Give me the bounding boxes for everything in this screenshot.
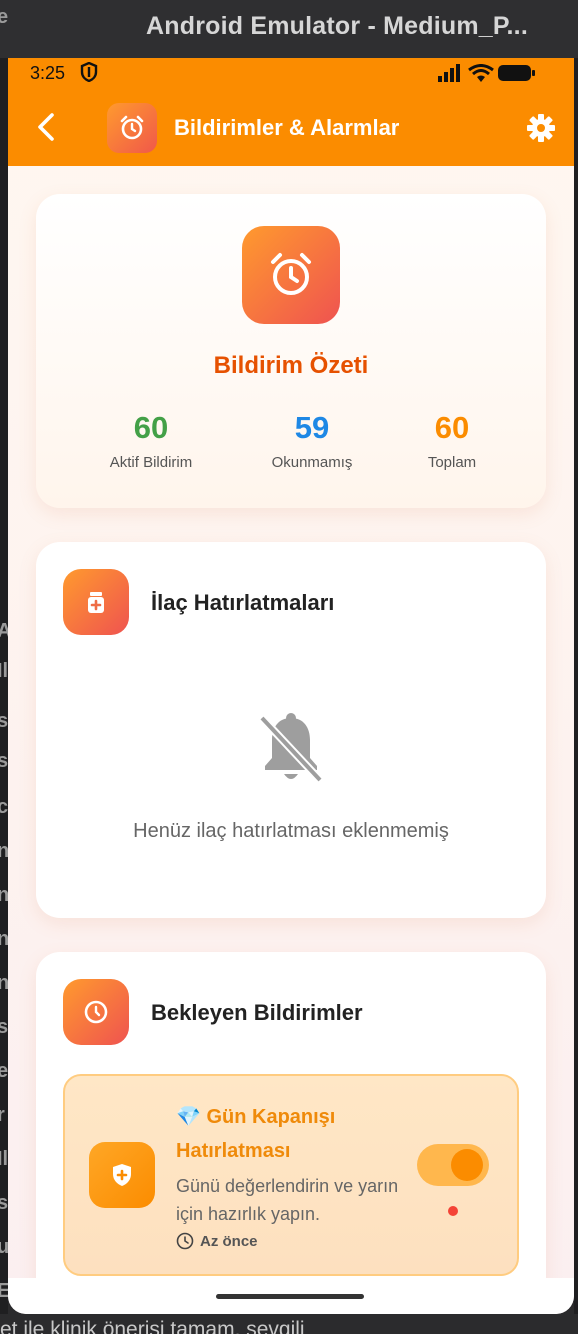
notification-icon [89, 1142, 155, 1208]
pending-section-icon [63, 979, 129, 1045]
stat-label: Toplam [427, 454, 477, 471]
clock-icon [84, 1000, 108, 1024]
medication-reminders-card: İlaç Hatırlatmaları Henüz ilaç hatırlatm… [36, 542, 546, 918]
stat-unread: 59 Okunmamış [237, 410, 387, 471]
host-text-fragment: r [0, 1104, 5, 1126]
summary-card: Bildirim Özeti 60 Aktif Bildirim 59 Okun… [36, 194, 546, 508]
page-title: Bildirimler & Alarmlar [174, 115, 400, 140]
host-text-fragment: e [0, 6, 9, 28]
wifi-icon [467, 64, 494, 82]
empty-state-text: Henüz ilaç hatırlatması eklenmemiş [133, 820, 449, 842]
pending-notifications-card: Bekleyen Bildirimler 💎 Gün Kapanışı Hatı… [36, 952, 546, 1292]
pending-section-title: Bekleyen Bildirimler [151, 1000, 363, 1025]
host-text-fragment: Il [0, 660, 9, 682]
toggle-knob [451, 1149, 483, 1181]
battery-icon [498, 65, 535, 81]
notification-time: Az önce [176, 1232, 258, 1250]
phone-screen: 3:25 Bildirimler & Alarmlar Bildirim Öze… [8, 58, 574, 1314]
signal-icon [438, 64, 461, 82]
notifications-off-icon [259, 713, 323, 783]
notification-time-text: Az önce [200, 1233, 258, 1250]
host-bottom-line: et ile klinik önerisi tamam, sevgili [0, 1318, 305, 1334]
medication-section-title: İlaç Hatırlatmaları [151, 590, 335, 615]
medical-shield-icon [113, 1164, 131, 1186]
stat-value: 60 [133, 410, 169, 445]
status-time: 3:25 [30, 63, 66, 83]
host-bottom-text: et ile klinik önerisi tamam, sevgili [0, 1314, 578, 1334]
notification-item[interactable]: 💎 Gün Kapanışı Hatırlatması Günü değerle… [63, 1074, 519, 1276]
stat-total: 60 Toplam [377, 410, 527, 471]
stat-label: Okunmamış [271, 454, 353, 471]
alarm-clock-icon [120, 115, 144, 140]
stat-value: 60 [434, 410, 470, 445]
host-text-fragment: s [0, 1016, 9, 1038]
alarm-clock-icon [271, 253, 311, 295]
notification-body: Günü değerlendirin ve yarın için hazırlı… [176, 1176, 399, 1224]
arrow-back-icon[interactable] [34, 112, 58, 142]
unread-dot [448, 1206, 458, 1216]
host-text-fragment: s [0, 750, 9, 772]
clock-icon [176, 1232, 194, 1250]
status-icons [437, 64, 536, 87]
host-background-text: e Al Il s s c nc nc na na s e r Il s u E [0, 6, 20, 1334]
gear-icon[interactable] [526, 113, 556, 143]
host-text-fragment: e [0, 1060, 9, 1082]
notification-title: 💎 Gün Kapanışı Hatırlatması [176, 1106, 336, 1162]
notification-toggle[interactable] [417, 1144, 489, 1186]
home-gesture-handle[interactable] [216, 1294, 364, 1299]
emulator-title-bar: Android Emulator - Medium_P... [0, 0, 578, 58]
medication-section-icon [63, 569, 129, 635]
emulator-window-title: Android Emulator - Medium_P... [146, 12, 528, 40]
stat-active: 60 Aktif Bildirim [76, 410, 226, 471]
stat-value: 59 [294, 410, 330, 445]
gesture-navigation-bar [8, 1278, 574, 1314]
host-right-edge [574, 58, 578, 1334]
host-text-fragment: Il [0, 1148, 9, 1170]
status-bar: 3:25 [8, 58, 574, 88]
stat-label: Aktif Bildirim [109, 454, 193, 471]
medicine-bottle-icon [88, 592, 104, 613]
app-bar: Bildirimler & Alarmlar [8, 88, 574, 166]
shield-icon [80, 62, 98, 82]
summary-icon [242, 226, 340, 324]
host-text-fragment: c [0, 796, 9, 818]
host-text-fragment: s [0, 710, 9, 732]
app-logo [107, 103, 157, 153]
summary-title: Bildirim Özeti [213, 352, 369, 379]
host-text-fragment: s [0, 1192, 9, 1214]
